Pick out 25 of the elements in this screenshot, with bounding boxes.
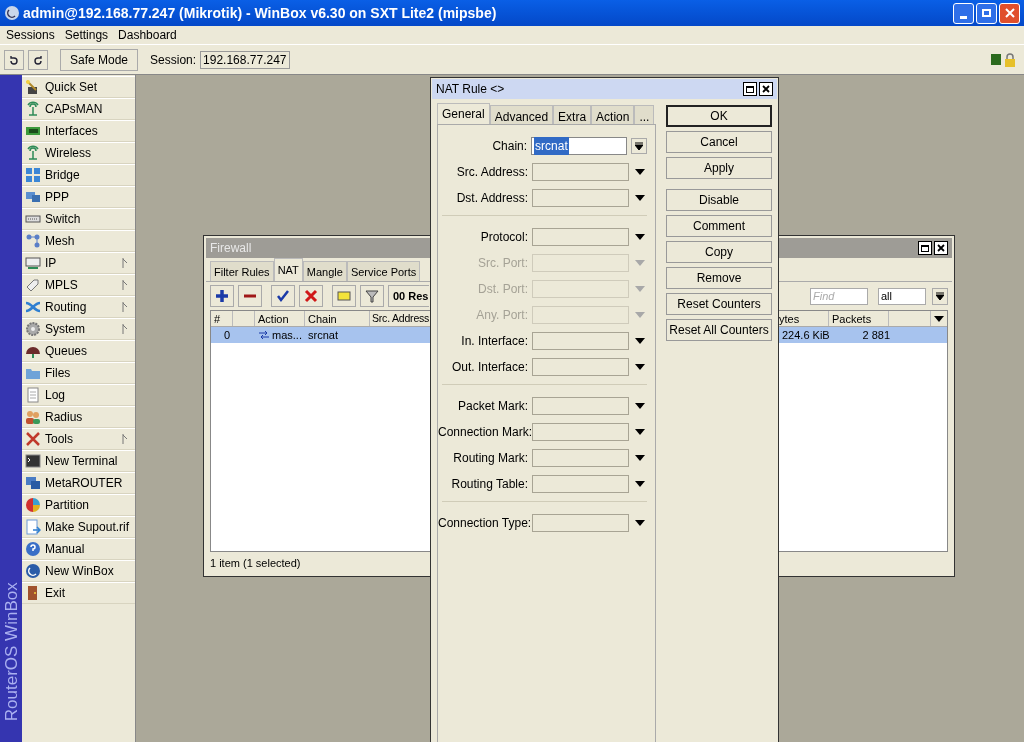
field-label: Any. Port: [475,307,529,324]
field-label: In. Interface: [460,333,529,350]
window-title: NAT Rule <> [436,81,505,98]
table-cell-text: srcnat [307,327,339,343]
window-title: admin@192.168.77.247 (Mikrotik) - WinBox v6.30 on SXT Lite2 (mipsbe) [23,3,497,23]
field-label: Connection Type: [438,515,532,532]
field-label: Protocol: [479,229,529,246]
field-label: Routing Table: [450,476,529,493]
table-cell-text: 2 881 [861,327,891,343]
table-cell-text: 224.6 KiB [781,327,831,343]
session-label: Session: [150,51,197,69]
field-label: Out. Interface: [450,359,529,376]
field-label: Routing Mark: [452,450,529,467]
field-label: Packet Mark: [456,398,529,415]
field-label: Dst. Port: [477,281,529,298]
field-label: Chain: [491,138,529,155]
table-cell-text: mas... [272,327,302,343]
brand-label: RouterOS WinBox [0,582,22,722]
field-label: Connection Mark: [438,424,532,441]
field-label: Src. Port: [477,255,529,272]
table-cell-text: 0 [222,327,231,343]
status-text: 1 item (1 selected) [210,555,301,571]
field-label: Src. Address: [455,164,529,181]
window-title: Firewall [210,240,252,257]
field-label: Dst. Address: [455,190,529,207]
